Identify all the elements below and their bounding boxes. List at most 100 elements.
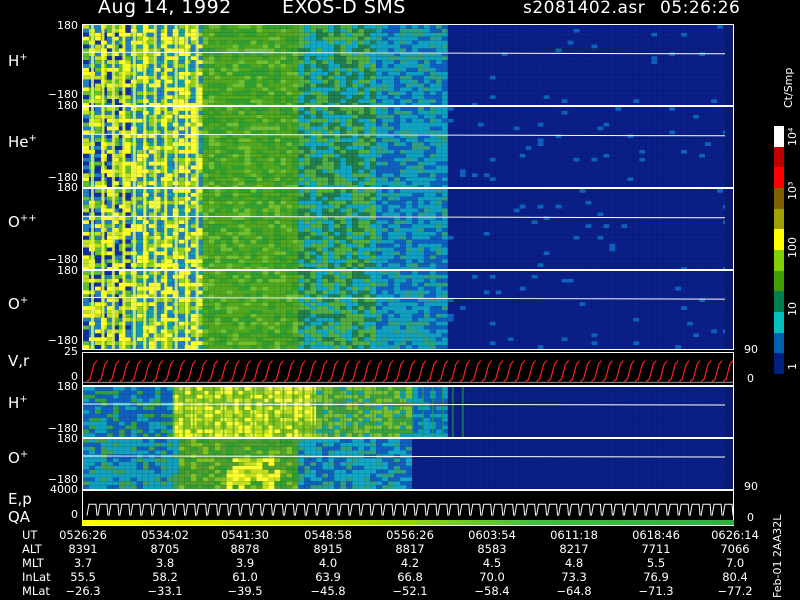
- ephemeris-cell: 0556:26: [386, 528, 434, 542]
- colorbar-label-100: 100: [786, 237, 799, 258]
- ephemeris-cell: 4.8: [564, 556, 584, 570]
- ephemeris-cell: 4.0: [318, 556, 338, 570]
- ephemeris-cell: 8817: [395, 542, 425, 556]
- panel-label-qa: QA: [8, 508, 31, 526]
- spectrogram-he-plus: [82, 106, 734, 188]
- colorbar-segment: [774, 167, 784, 189]
- panel-label-he-plus: He+: [8, 133, 37, 151]
- velocity-panel: [82, 352, 734, 386]
- ephemeris-cell: 0526:26: [59, 528, 107, 542]
- colorbar-unit: Ct/Smp: [782, 67, 795, 108]
- ephemeris-cell: −45.8: [310, 584, 346, 598]
- tick-top-he: 180: [57, 99, 78, 112]
- ephemeris-cell: 3.9: [235, 556, 255, 570]
- spectrogram-o-plus: [82, 270, 734, 350]
- ephemeris-cell: −58.4: [474, 584, 510, 598]
- colorbar-segment: [774, 353, 784, 375]
- colorbar-segment: [774, 250, 784, 271]
- spectrogram-o-plusplus: [82, 188, 734, 270]
- ephemeris-cell: −64.8: [556, 584, 592, 598]
- panel-label-o-plusplus: O++: [8, 213, 37, 231]
- ephemeris-cell: 3.7: [73, 556, 93, 570]
- panel-label-o-plus: O+: [8, 295, 29, 313]
- instrument-name: EXOS-D SMS: [282, 0, 406, 18]
- ephemeris-cell: −52.1: [392, 584, 428, 598]
- ephemeris-cell: 63.9: [315, 570, 341, 584]
- colorbar-segment: [774, 208, 784, 230]
- ephemeris-cell: 61.0: [232, 570, 258, 584]
- colorbar-segment: [774, 126, 784, 147]
- tick-vr-top: 25: [64, 345, 78, 358]
- ephemeris-cell: 7711: [641, 542, 671, 556]
- ephemeris-cell: 8878: [230, 542, 260, 556]
- ephemeris-cell: 5.5: [646, 556, 666, 570]
- tick-lh-top: 180: [57, 380, 78, 393]
- qa-strip: [82, 520, 734, 525]
- panel-label-lower-o-plus: O+: [8, 449, 29, 467]
- tick-top-o: 180: [57, 264, 78, 277]
- tick-ep-right-bottom: 0: [747, 511, 754, 524]
- ephemeris-cell: 4.5: [482, 556, 502, 570]
- tick-top-o2: 180: [57, 181, 78, 194]
- ephemeris-cell: 8391: [68, 542, 98, 556]
- colorbar-segment: [774, 312, 784, 333]
- colorbar-label-1000: 10³: [786, 181, 799, 200]
- ephemeris-cell: 0618:46: [632, 528, 680, 542]
- ephemeris-cell: 0548:58: [304, 528, 352, 542]
- ephemeris-cell: 70.0: [479, 570, 505, 584]
- tick-ep-top: 4000: [50, 483, 78, 496]
- colorbar-segment: [774, 291, 784, 313]
- ephemeris-cell: 8915: [313, 542, 343, 556]
- ephemeris-row-name: UT: [22, 528, 38, 542]
- plot-time: 05:26:26: [660, 0, 741, 18]
- ephemeris-cell: 0626:14: [711, 528, 759, 542]
- ephemeris-cell: 8217: [559, 542, 589, 556]
- ephemeris-cell: −77.2: [717, 584, 753, 598]
- ephemeris-cell: −33.1: [147, 584, 183, 598]
- panel-label-ep: E,p: [8, 490, 32, 508]
- ephemeris-cell: 0534:02: [141, 528, 189, 542]
- spectrogram-h-plus: [82, 24, 734, 106]
- ephemeris-cell: 8705: [150, 542, 180, 556]
- colorbar-segment: [774, 229, 784, 251]
- file-name: s2081402.asr: [523, 0, 646, 18]
- ephemeris-cell: 7.0: [725, 556, 745, 570]
- colorbar-label-1: 1: [786, 363, 799, 370]
- ephemeris-cell: 8583: [477, 542, 507, 556]
- ephemeris-cell: 73.3: [561, 570, 587, 584]
- ephemeris-cell: 76.9: [643, 570, 669, 584]
- panel-label-h-plus: H+: [8, 52, 28, 70]
- colorbar-label-10000: 10⁴: [786, 127, 799, 146]
- tick-top-h: 180: [57, 19, 78, 32]
- ephemeris-cell: 0611:18: [550, 528, 598, 542]
- tick-ep-bottom: 0: [71, 508, 78, 521]
- ephemeris-cell: −39.5: [227, 584, 263, 598]
- panel-label-lower-h-plus: H+: [8, 394, 28, 412]
- ephemeris-row-name: MLat: [22, 584, 50, 598]
- ephemeris-cell: 0603:54: [468, 528, 516, 542]
- colorbar-segment: [774, 188, 784, 209]
- tick-lo-top: 180: [57, 432, 78, 445]
- ephemeris-cell: 0541:30: [221, 528, 269, 542]
- ephemeris-row-name: ALT: [22, 542, 42, 556]
- colorbar-segment: [774, 146, 784, 168]
- ephemeris-cell: 80.4: [722, 570, 748, 584]
- tick-lower-right: 90: [744, 480, 758, 493]
- colorbar-label-10: 10: [786, 302, 799, 316]
- ephemeris-cell: −71.3: [638, 584, 674, 598]
- tick-vr-right-top: 90: [744, 343, 758, 356]
- spectrogram-lower-o-plus: [82, 438, 734, 490]
- ephemeris-cell: 55.5: [70, 570, 96, 584]
- tick-vr-right-bottom: 0: [747, 372, 754, 385]
- version-label: Feb-01 2AA32L: [771, 514, 784, 598]
- colorbar-segment: [774, 270, 784, 292]
- ephemeris-cell: 66.8: [397, 570, 423, 584]
- spectrogram-lower-h-plus: [82, 386, 734, 438]
- ephemeris-row-name: MLT: [22, 556, 44, 570]
- ephemeris-cell: 4.2: [400, 556, 420, 570]
- panel-label-vr: V,r: [8, 352, 30, 370]
- plot-date: Aug 14, 1992: [98, 0, 232, 18]
- colorbar-segment: [774, 332, 784, 354]
- ephemeris-row-name: InLat: [22, 570, 51, 584]
- ephemeris-cell: 7066: [720, 542, 750, 556]
